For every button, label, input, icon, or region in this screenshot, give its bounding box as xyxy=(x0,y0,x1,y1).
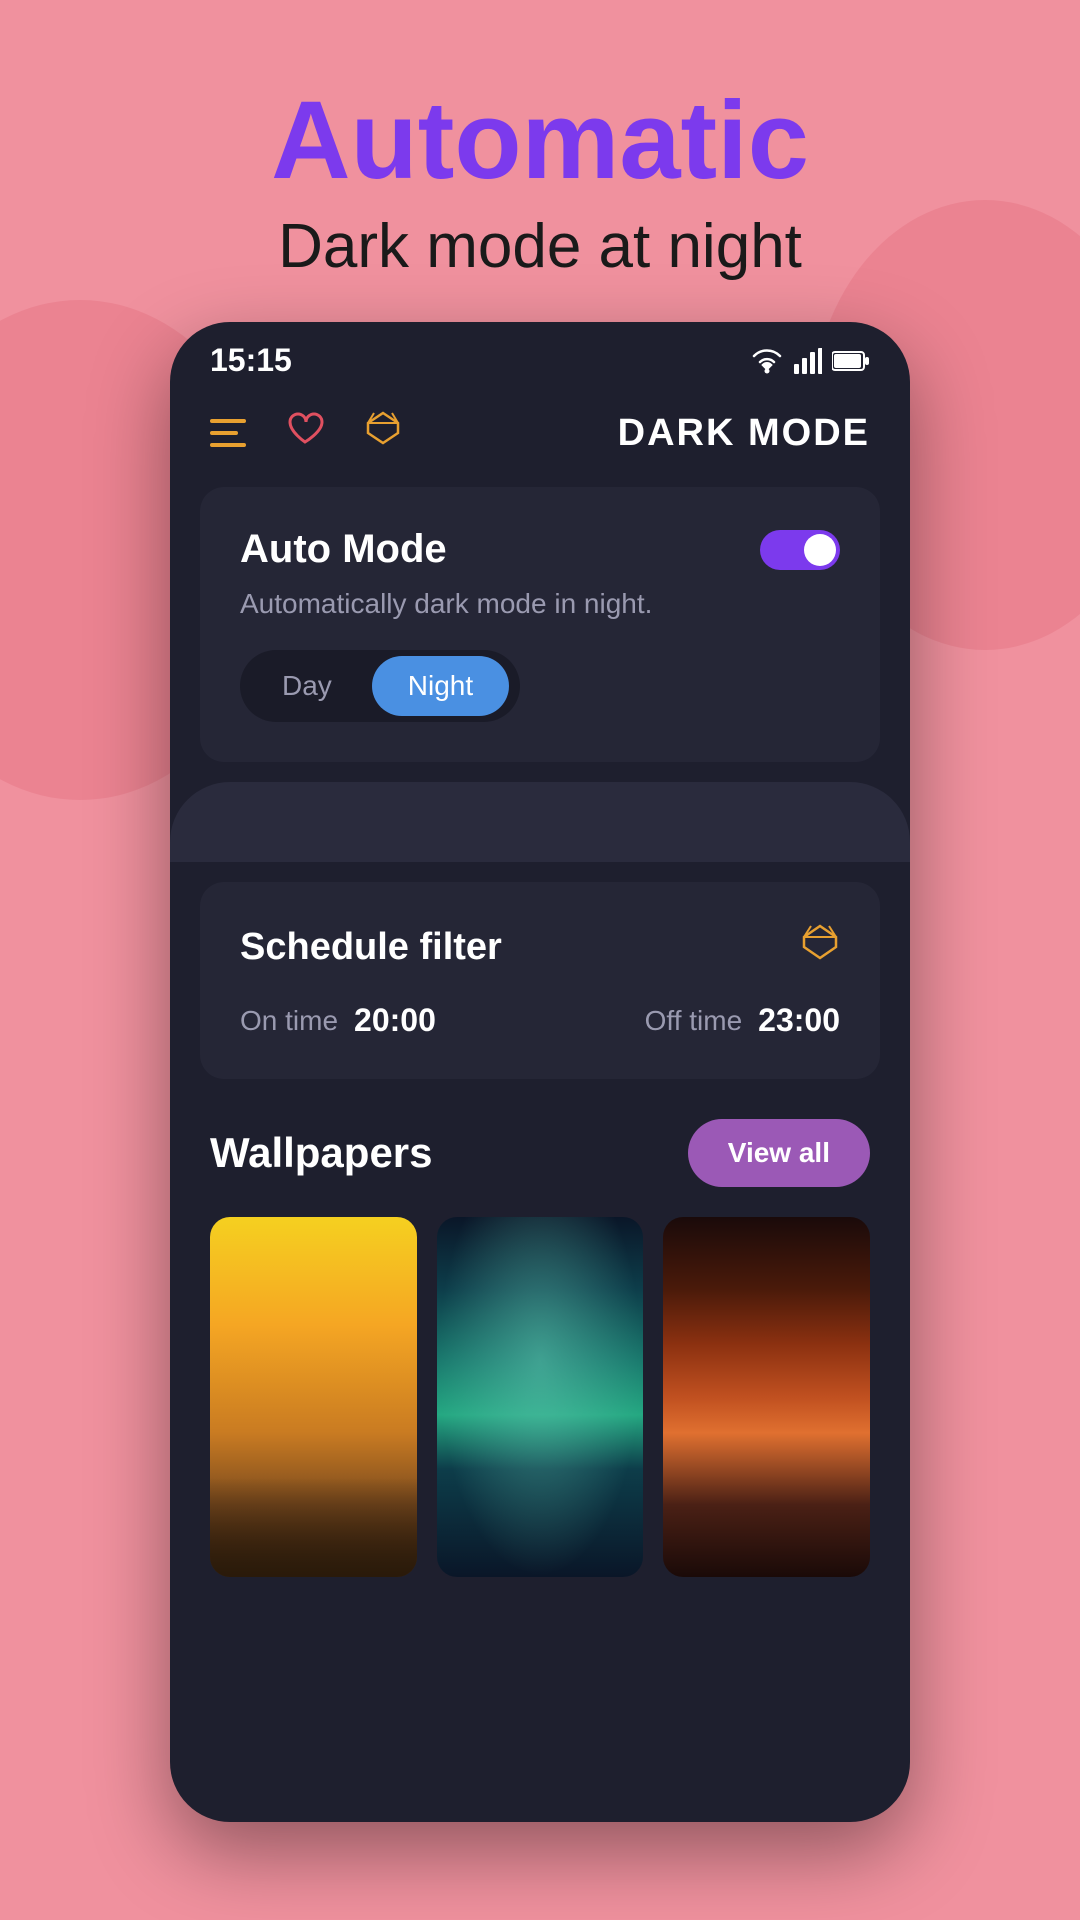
nav-bar: DARK MODE xyxy=(170,389,910,487)
auto-mode-card: Auto Mode Automatically dark mode in nig… xyxy=(200,487,880,762)
status-bar: 15:15 xyxy=(170,322,910,389)
header-subtitle: Dark mode at night xyxy=(0,211,1080,282)
on-time-value: 20:00 xyxy=(354,1002,436,1039)
signal-icon xyxy=(794,348,822,374)
wallpaper-3[interactable] xyxy=(663,1217,870,1577)
wallpaper-2[interactable] xyxy=(437,1217,644,1577)
day-toggle-button[interactable]: Day xyxy=(246,656,368,716)
schedule-times: On time 20:00 Off time 23:00 xyxy=(240,1002,840,1039)
content-area: Auto Mode Automatically dark mode in nig… xyxy=(170,487,910,1607)
day-night-toggle: Day Night xyxy=(240,650,520,722)
wave-divider xyxy=(170,782,910,862)
off-time-item: Off time 23:00 xyxy=(645,1002,840,1039)
auto-mode-description: Automatically dark mode in night. xyxy=(240,588,840,620)
schedule-diamond-icon xyxy=(800,922,840,972)
diamond-nav-icon[interactable] xyxy=(364,409,402,457)
schedule-title: Schedule filter xyxy=(240,926,502,969)
wallpapers-grid xyxy=(210,1217,870,1577)
night-toggle-button[interactable]: Night xyxy=(372,656,509,716)
off-time-value: 23:00 xyxy=(758,1002,840,1039)
wallpapers-header: Wallpapers View all xyxy=(210,1119,870,1187)
phone-mockup: 15:15 xyxy=(170,322,910,1822)
off-time-label: Off time xyxy=(645,1005,743,1037)
auto-mode-header: Auto Mode xyxy=(240,527,840,572)
wifi-icon xyxy=(750,348,784,374)
schedule-header: Schedule filter xyxy=(240,922,840,972)
auto-mode-toggle[interactable] xyxy=(760,530,840,570)
nav-title: DARK MODE xyxy=(618,412,870,455)
wallpapers-section: Wallpapers View all xyxy=(200,1119,880,1577)
status-icons xyxy=(750,348,870,374)
on-time-label: On time xyxy=(240,1005,338,1037)
on-time-item: On time 20:00 xyxy=(240,1002,436,1039)
toggle-knob xyxy=(804,534,836,566)
wallpaper-1[interactable] xyxy=(210,1217,417,1577)
heart-icon[interactable] xyxy=(286,411,324,455)
view-all-button[interactable]: View all xyxy=(688,1119,870,1187)
status-time: 15:15 xyxy=(210,342,292,379)
header-section: Automatic Dark mode at night xyxy=(0,0,1080,322)
battery-icon xyxy=(832,350,870,372)
wallpapers-title: Wallpapers xyxy=(210,1129,433,1177)
menu-button[interactable] xyxy=(210,419,246,447)
header-title: Automatic xyxy=(0,80,1080,201)
schedule-filter-card: Schedule filter On time 20:00 Off tim xyxy=(200,882,880,1079)
auto-mode-title: Auto Mode xyxy=(240,527,447,572)
